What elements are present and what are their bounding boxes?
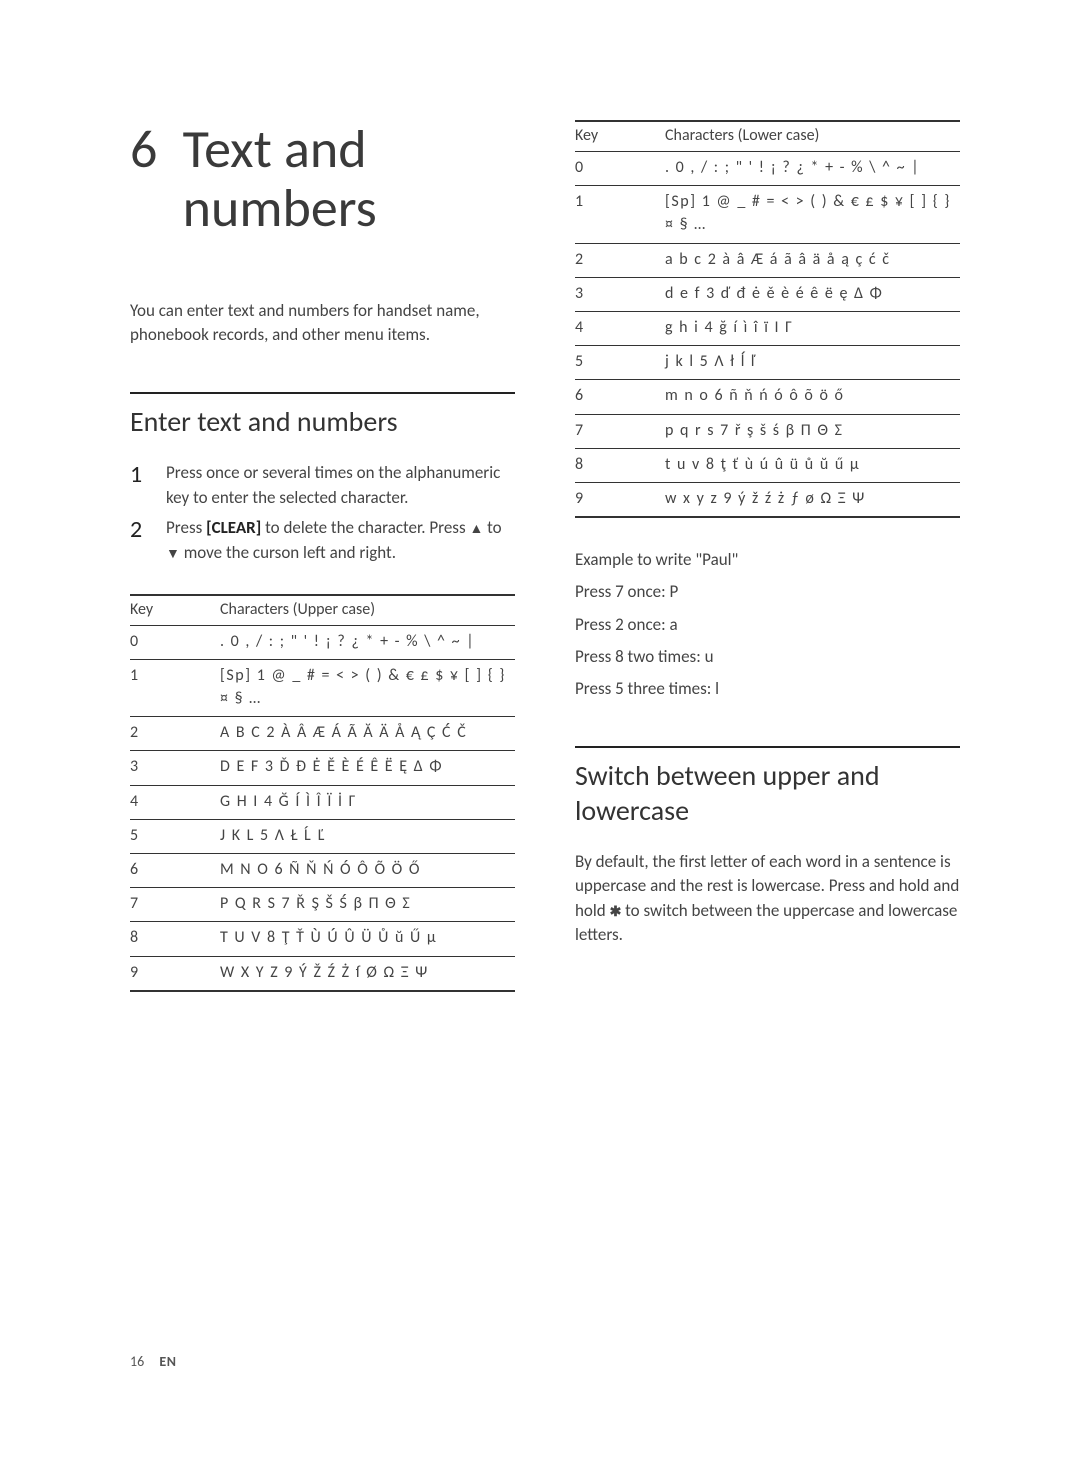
left-column: 6 Text and numbers You can enter text an… (130, 120, 515, 992)
chars-cell: m n o 6 ñ ň ń ó ô õ ö ő (665, 380, 960, 414)
down-arrow-icon (166, 544, 180, 564)
table-row: 9w x y z 9 ý ž ź ż ƒ ø Ω Ξ Ψ (575, 482, 960, 517)
key-cell: 1 (575, 186, 665, 243)
example-line: Press 5 three times: l (575, 673, 960, 705)
step-2: Press [CLEAR] to delete the character. P… (130, 516, 515, 565)
key-cell: 0 (130, 625, 220, 659)
clear-key-label: [CLEAR] (206, 517, 261, 538)
chars-cell: g h i 4 ğ í ì î ï I Γ (665, 311, 960, 345)
key-cell: 4 (130, 785, 220, 819)
chars-cell: a b c 2 à â Æ á ã â ä å ą ç ć č (665, 243, 960, 277)
chars-cell: M N O 6 Ñ Ň Ń Ó Ô Õ Ö Ő (220, 853, 515, 887)
switch-body: By default, the first letter of each wor… (575, 850, 960, 949)
key-cell: 2 (130, 717, 220, 751)
table-row: 4g h i 4 ğ í ì î ï I Γ (575, 311, 960, 345)
table-row: 7p q r s 7 ř ş š ś β Π Θ Σ (575, 414, 960, 448)
intro-text: You can enter text and numbers for hands… (130, 299, 515, 348)
upper-case-table: Key Characters (Upper case) 0. 0 , / : ;… (130, 594, 515, 992)
chars-cell: t u v 8 ţ ť ù ú û ü ů ŭ ű μ (665, 448, 960, 482)
section-enter-title: Enter text and numbers (130, 404, 515, 439)
table-row: 2A B C 2 À Â Æ Á Ã Ă Ä Å Ą Ç Ć Č (130, 717, 515, 751)
key-cell: 7 (575, 414, 665, 448)
key-cell: 7 (130, 888, 220, 922)
lower-case-table: Key Characters (Lower case) 0. 0 , / : ;… (575, 120, 960, 518)
section-switch-title: Switch between upper and lowercase (575, 758, 960, 828)
chars-cell: T U V 8 Ţ Ť Ù Ú Û Ü Ů ŭ Ű μ (220, 922, 515, 956)
table-row: 6M N O 6 Ñ Ň Ń Ó Ô Õ Ö Ő (130, 853, 515, 887)
chars-cell: J K L 5 Λ Ł Ĺ Ľ (220, 819, 515, 853)
chars-cell: w x y z 9 ý ž ź ż ƒ ø Ω Ξ Ψ (665, 482, 960, 517)
table-row: 0. 0 , / : ; " ' ! ¡ ? ¿ * + - % \ ^ ~ | (575, 152, 960, 186)
table-row: 8T U V 8 Ţ Ť Ù Ú Û Ü Ů ŭ Ű μ (130, 922, 515, 956)
chars-cell: j k l 5 Λ ł ĺ ľ (665, 346, 960, 380)
key-cell: 3 (575, 277, 665, 311)
section-rule (575, 746, 960, 748)
chars-cell: [Sp] 1 @ _ # = < > ( ) & € £ $ ¥ [ ] { }… (220, 659, 515, 716)
chars-cell: D E F 3 Ď Đ Ė Ě È É Ê Ë Ę Δ Φ (220, 751, 515, 785)
chars-cell: . 0 , / : ; " ' ! ¡ ? ¿ * + - % \ ^ ~ | (665, 152, 960, 186)
table-row: 2a b c 2 à â Æ á ã â ä å ą ç ć č (575, 243, 960, 277)
key-cell: 9 (575, 482, 665, 517)
key-cell: 1 (130, 659, 220, 716)
table-row: 3d e f 3 ď đ ė ě è é ê ë ę Δ Φ (575, 277, 960, 311)
key-cell: 5 (130, 819, 220, 853)
key-cell: 8 (575, 448, 665, 482)
chars-cell: W X Y Z 9 Ý Ž Ź Ż ſ Ø Ω Ξ Ψ (220, 956, 515, 991)
table-row: 5J K L 5 Λ Ł Ĺ Ľ (130, 819, 515, 853)
page-lang: EN (159, 1353, 176, 1370)
table-row: 7P Q R S 7 Ř Ş Š Ś β Π Θ Σ (130, 888, 515, 922)
table-row: 0. 0 , / : ; " ' ! ¡ ? ¿ * + - % \ ^ ~ | (130, 625, 515, 659)
key-cell: 2 (575, 243, 665, 277)
key-cell: 6 (575, 380, 665, 414)
example-line: Press 2 once: a (575, 609, 960, 641)
table-row: 5j k l 5 Λ ł ĺ ľ (575, 346, 960, 380)
table-row: 3D E F 3 Ď Đ Ė Ě È É Ê Ë Ę Δ Φ (130, 751, 515, 785)
key-cell: 6 (130, 853, 220, 887)
example-block: Example to write "Paul" Press 7 once: P … (575, 544, 960, 705)
col-chars-header: Characters (Upper case) (220, 595, 515, 626)
up-arrow-icon (469, 519, 483, 539)
col-key-header: Key (575, 121, 665, 152)
chars-cell: p q r s 7 ř ş š ś β Π Θ Σ (665, 414, 960, 448)
example-line: Press 7 once: P (575, 576, 960, 608)
table-row: 6m n o 6 ñ ň ń ó ô õ ö ő (575, 380, 960, 414)
steps-list: Press once or several times on the alpha… (130, 461, 515, 566)
key-cell: 8 (130, 922, 220, 956)
table-row: 4G H I 4 Ğ Í Ì Î Ï İ Γ (130, 785, 515, 819)
col-key-header: Key (130, 595, 220, 626)
key-cell: 5 (575, 346, 665, 380)
key-cell: 9 (130, 956, 220, 991)
chars-cell: d e f 3 ď đ ė ě è é ê ë ę Δ Φ (665, 277, 960, 311)
table-row: 9W X Y Z 9 Ý Ž Ź Ż ſ Ø Ω Ξ Ψ (130, 956, 515, 991)
step-1: Press once or several times on the alpha… (130, 461, 515, 510)
chapter-title: Text and numbers (183, 120, 377, 239)
example-line: Press 8 two times: u (575, 641, 960, 673)
key-cell: 0 (575, 152, 665, 186)
chars-cell: P Q R S 7 Ř Ş Š Ś β Π Θ Σ (220, 888, 515, 922)
example-intro: Example to write "Paul" (575, 544, 960, 576)
table-row: 1[Sp] 1 @ _ # = < > ( ) & € £ $ ¥ [ ] { … (130, 659, 515, 716)
chars-cell: G H I 4 Ğ Í Ì Î Ï İ Γ (220, 785, 515, 819)
section-rule (130, 392, 515, 394)
key-cell: 4 (575, 311, 665, 345)
page-number: 16 (130, 1353, 144, 1370)
page-footer: 16 EN (130, 1353, 176, 1370)
table-row: 8t u v 8 ţ ť ù ú û ü ů ŭ ű μ (575, 448, 960, 482)
chars-cell: . 0 , / : ; " ' ! ¡ ? ¿ * + - % \ ^ ~ | (220, 625, 515, 659)
key-cell: 3 (130, 751, 220, 785)
chapter-heading: 6 Text and numbers (130, 120, 515, 239)
chars-cell: [Sp] 1 @ _ # = < > ( ) & € £ $ ¥ [ ] { }… (665, 186, 960, 243)
chars-cell: A B C 2 À Â Æ Á Ã Ă Ä Å Ą Ç Ć Č (220, 717, 515, 751)
chapter-number: 6 (130, 120, 157, 179)
col-chars-header: Characters (Lower case) (665, 121, 960, 152)
right-column: Key Characters (Lower case) 0. 0 , / : ;… (575, 120, 960, 992)
star-key-icon (610, 902, 622, 922)
table-row: 1[Sp] 1 @ _ # = < > ( ) & € £ $ ¥ [ ] { … (575, 186, 960, 243)
